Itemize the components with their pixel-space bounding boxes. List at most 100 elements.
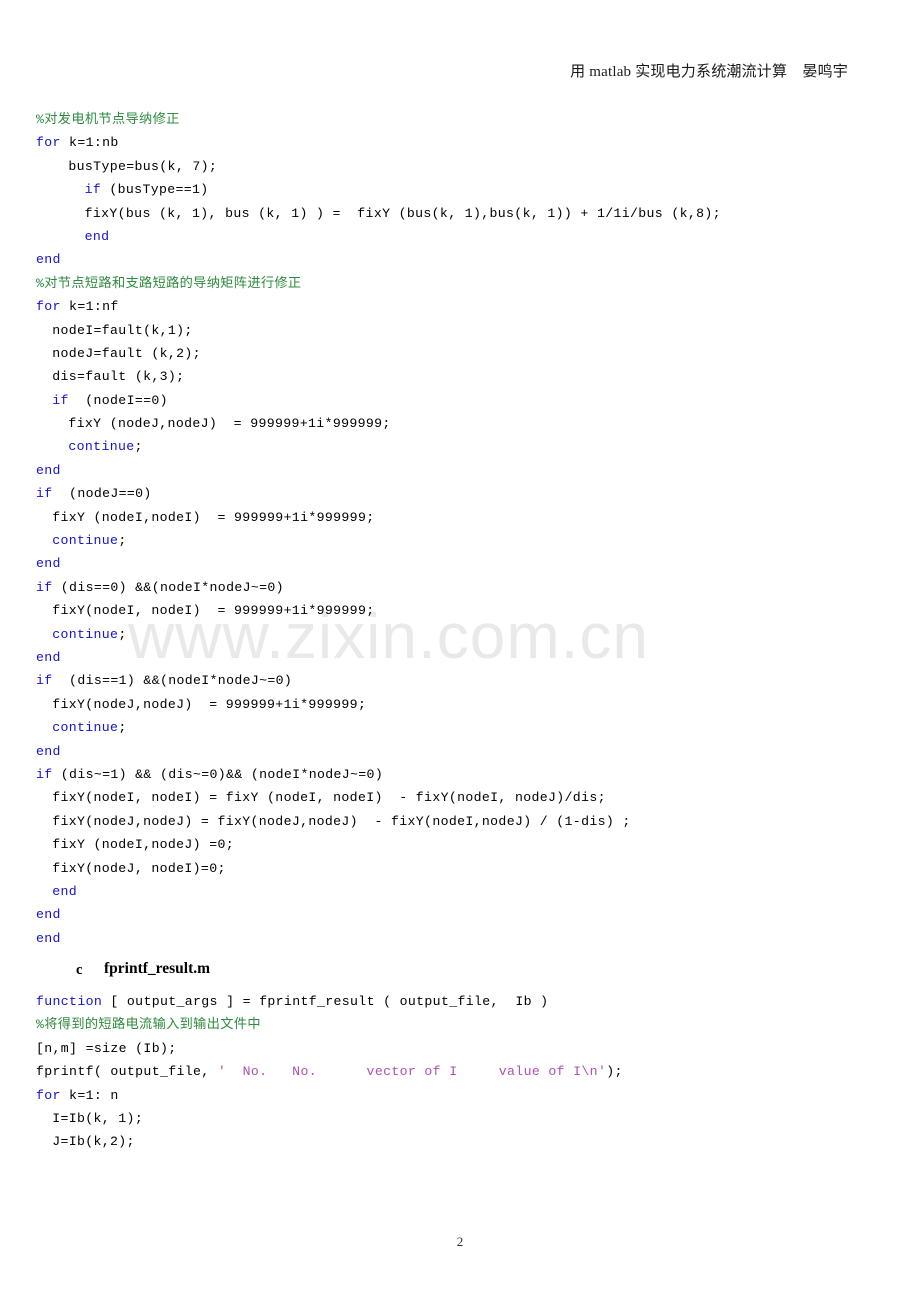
- code-token-plain: (dis==1) &&(nodeI*nodeJ~=0): [52, 673, 293, 689]
- code-token-plain: (nodeJ==0): [52, 486, 152, 502]
- code-line: end: [0, 646, 920, 669]
- code-token-keyword: end: [52, 883, 77, 899]
- code-token-keyword: end: [36, 556, 61, 572]
- code-token-plain: fixY (nodeI,nodeJ) =0;: [52, 837, 234, 853]
- code-token-keyword: end: [36, 252, 61, 268]
- code-token-keyword: end: [36, 930, 61, 946]
- code-token-plain: ;: [118, 626, 127, 642]
- code-token-plain: busType=bus(k, 7);: [68, 158, 218, 174]
- code-token-keyword: if: [36, 579, 53, 595]
- code-token-comment: %对发电机节点导纳修正: [36, 112, 180, 127]
- code-line: for k=1:nb: [0, 131, 920, 154]
- document-content: %对发电机节点导纳修正 for k=1:nb busType=bus(k, 7); i…: [0, 108, 920, 1154]
- code-token-keyword: for: [36, 299, 61, 315]
- code-token-keyword: end: [84, 228, 110, 244]
- code-line: continue;: [0, 716, 920, 739]
- code-token-plain: fixY(bus (k, 1), bus (k, 1) ) = fixY (bu…: [84, 205, 721, 221]
- code-token-keyword: if: [36, 486, 53, 502]
- code-token-keyword: if: [84, 182, 102, 198]
- code-line: end: [0, 552, 920, 575]
- code-line: fixY(nodeI, nodeI) = 999999+1i*999999;: [0, 599, 920, 622]
- code-token-plain: (dis~=1) && (dis~=0)&& (nodeI*nodeJ~=0): [52, 766, 384, 782]
- code-token-keyword: end: [36, 649, 61, 665]
- code-line: %对发电机节点导纳修正: [0, 108, 920, 131]
- code-token-plain: ;: [118, 720, 127, 736]
- code-line: for k=1:nf: [0, 295, 920, 318]
- code-token-plain: (busType==1): [101, 182, 209, 198]
- code-token-plain: nodeI=fault(k,1);: [52, 322, 193, 338]
- code-line: end: [0, 903, 920, 926]
- code-token-plain: fixY(nodeI, nodeI) = 999999+1i*999999;: [52, 603, 375, 619]
- code-line: busType=bus(k, 7);: [0, 155, 920, 178]
- code-line: end: [0, 225, 920, 248]
- code-token-plain: I=Ib(k, 1);: [52, 1111, 144, 1127]
- code-token-plain: );: [606, 1064, 623, 1080]
- code-token-plain: fixY(nodeJ,nodeJ) = fixY(nodeJ,nodeJ) - …: [52, 813, 631, 829]
- code-token-keyword: if: [36, 766, 53, 782]
- code-line: continue;: [0, 623, 920, 646]
- section-marker: c: [76, 962, 83, 979]
- code-line: for k=1: n: [0, 1084, 920, 1107]
- code-line: fixY(nodeI, nodeI) = fixY (nodeI, nodeI)…: [0, 786, 920, 809]
- code-line: fprintf( output_file, ' No. No. vector o…: [0, 1060, 920, 1083]
- code-token-keyword: end: [36, 907, 61, 923]
- code-line: if (dis==1) &&(nodeI*nodeJ~=0): [0, 669, 920, 692]
- code-token-plain: k=1:nf: [60, 299, 119, 315]
- code-token-keyword: for: [36, 1087, 61, 1103]
- code-line: end: [0, 248, 920, 271]
- document-page: 用 matlab 实现电力系统潮流计算 晏鸣宇 www.zixin.com.cn…: [0, 0, 920, 1302]
- code-block-fprintf-result: function [ output_args ] = fprintf_resul…: [0, 990, 920, 1154]
- code-line: fixY (nodeI,nodeI) = 999999+1i*999999;: [0, 506, 920, 529]
- code-token-comment: %将得到的短路电流输入到输出文件中: [36, 1017, 261, 1033]
- code-token-keyword: if: [36, 673, 53, 689]
- code-token-plain: dis=fault (k,3);: [52, 369, 185, 385]
- code-line: dis=fault (k,3);: [0, 365, 920, 388]
- code-line: [n,m] =size (Ib);: [0, 1037, 920, 1060]
- code-line: fixY(nodeJ,nodeJ) = 999999+1i*999999;: [0, 693, 920, 716]
- code-line: %将得到的短路电流输入到输出文件中: [0, 1013, 920, 1036]
- code-token-plain: fixY(nodeJ, nodeI)=0;: [52, 860, 226, 876]
- code-token-plain: k=1:nb: [60, 135, 119, 151]
- code-line: end: [0, 459, 920, 482]
- code-token-keyword: end: [36, 462, 61, 478]
- code-token-keyword: for: [36, 135, 61, 151]
- page-header-title: 用 matlab 实现电力系统潮流计算 晏鸣宇: [570, 64, 848, 80]
- code-token-keyword: function: [36, 994, 103, 1010]
- code-line: J=Ib(k,2);: [0, 1130, 920, 1153]
- code-line: fixY(nodeJ, nodeI)=0;: [0, 857, 920, 880]
- code-line: nodeI=fault(k,1);: [0, 319, 920, 342]
- code-block-fixY: %对发电机节点导纳修正 for k=1:nb busType=bus(k, 7); i…: [0, 108, 920, 950]
- code-token-keyword: if: [52, 392, 69, 408]
- code-line: if (busType==1): [0, 178, 920, 201]
- code-line: end: [0, 740, 920, 763]
- code-line: continue;: [0, 529, 920, 552]
- code-token-plain: ;: [134, 439, 143, 455]
- code-line: continue;: [0, 435, 920, 458]
- page-number: 2: [456, 1234, 464, 1249]
- code-token-plain: fixY (nodeJ,nodeJ) = 999999+1i*999999;: [68, 416, 391, 432]
- code-token-plain: fixY (nodeI,nodeI) = 999999+1i*999999;: [52, 509, 375, 525]
- code-line: I=Ib(k, 1);: [0, 1107, 920, 1130]
- code-line: fixY (nodeI,nodeJ) =0;: [0, 833, 920, 856]
- code-token-plain: (nodeI==0): [68, 392, 168, 408]
- section-title: fprintf_result.m: [104, 960, 211, 978]
- code-token-string: ' No. No. vector of I value of I\n': [217, 1064, 607, 1080]
- code-token-keyword: end: [36, 743, 61, 759]
- code-line: fixY (nodeJ,nodeJ) = 999999+1i*999999;: [0, 412, 920, 435]
- code-line: nodeJ=fault (k,2);: [0, 342, 920, 365]
- code-token-keyword: continue: [52, 720, 119, 736]
- code-token-plain: k=1: n: [60, 1087, 119, 1103]
- code-line: function [ output_args ] = fprintf_resul…: [0, 990, 920, 1013]
- code-token-keyword: continue: [52, 533, 119, 549]
- code-token-plain: ;: [118, 533, 127, 549]
- code-line: end: [0, 880, 920, 903]
- code-line: %对节点短路和支路短路的导纳矩阵进行修正: [0, 272, 920, 295]
- code-line: fixY(nodeJ,nodeJ) = fixY(nodeJ,nodeJ) - …: [0, 810, 920, 833]
- code-token-plain: J=Ib(k,2);: [52, 1134, 135, 1150]
- code-token-plain: fixY(nodeI, nodeI) = fixY (nodeI, nodeI)…: [52, 790, 606, 806]
- code-line: if (nodeJ==0): [0, 482, 920, 505]
- code-line: if (nodeI==0): [0, 389, 920, 412]
- code-token-plain: [n,m] =size (Ib);: [36, 1040, 177, 1056]
- code-token-keyword: continue: [68, 439, 135, 455]
- code-line: end: [0, 927, 920, 950]
